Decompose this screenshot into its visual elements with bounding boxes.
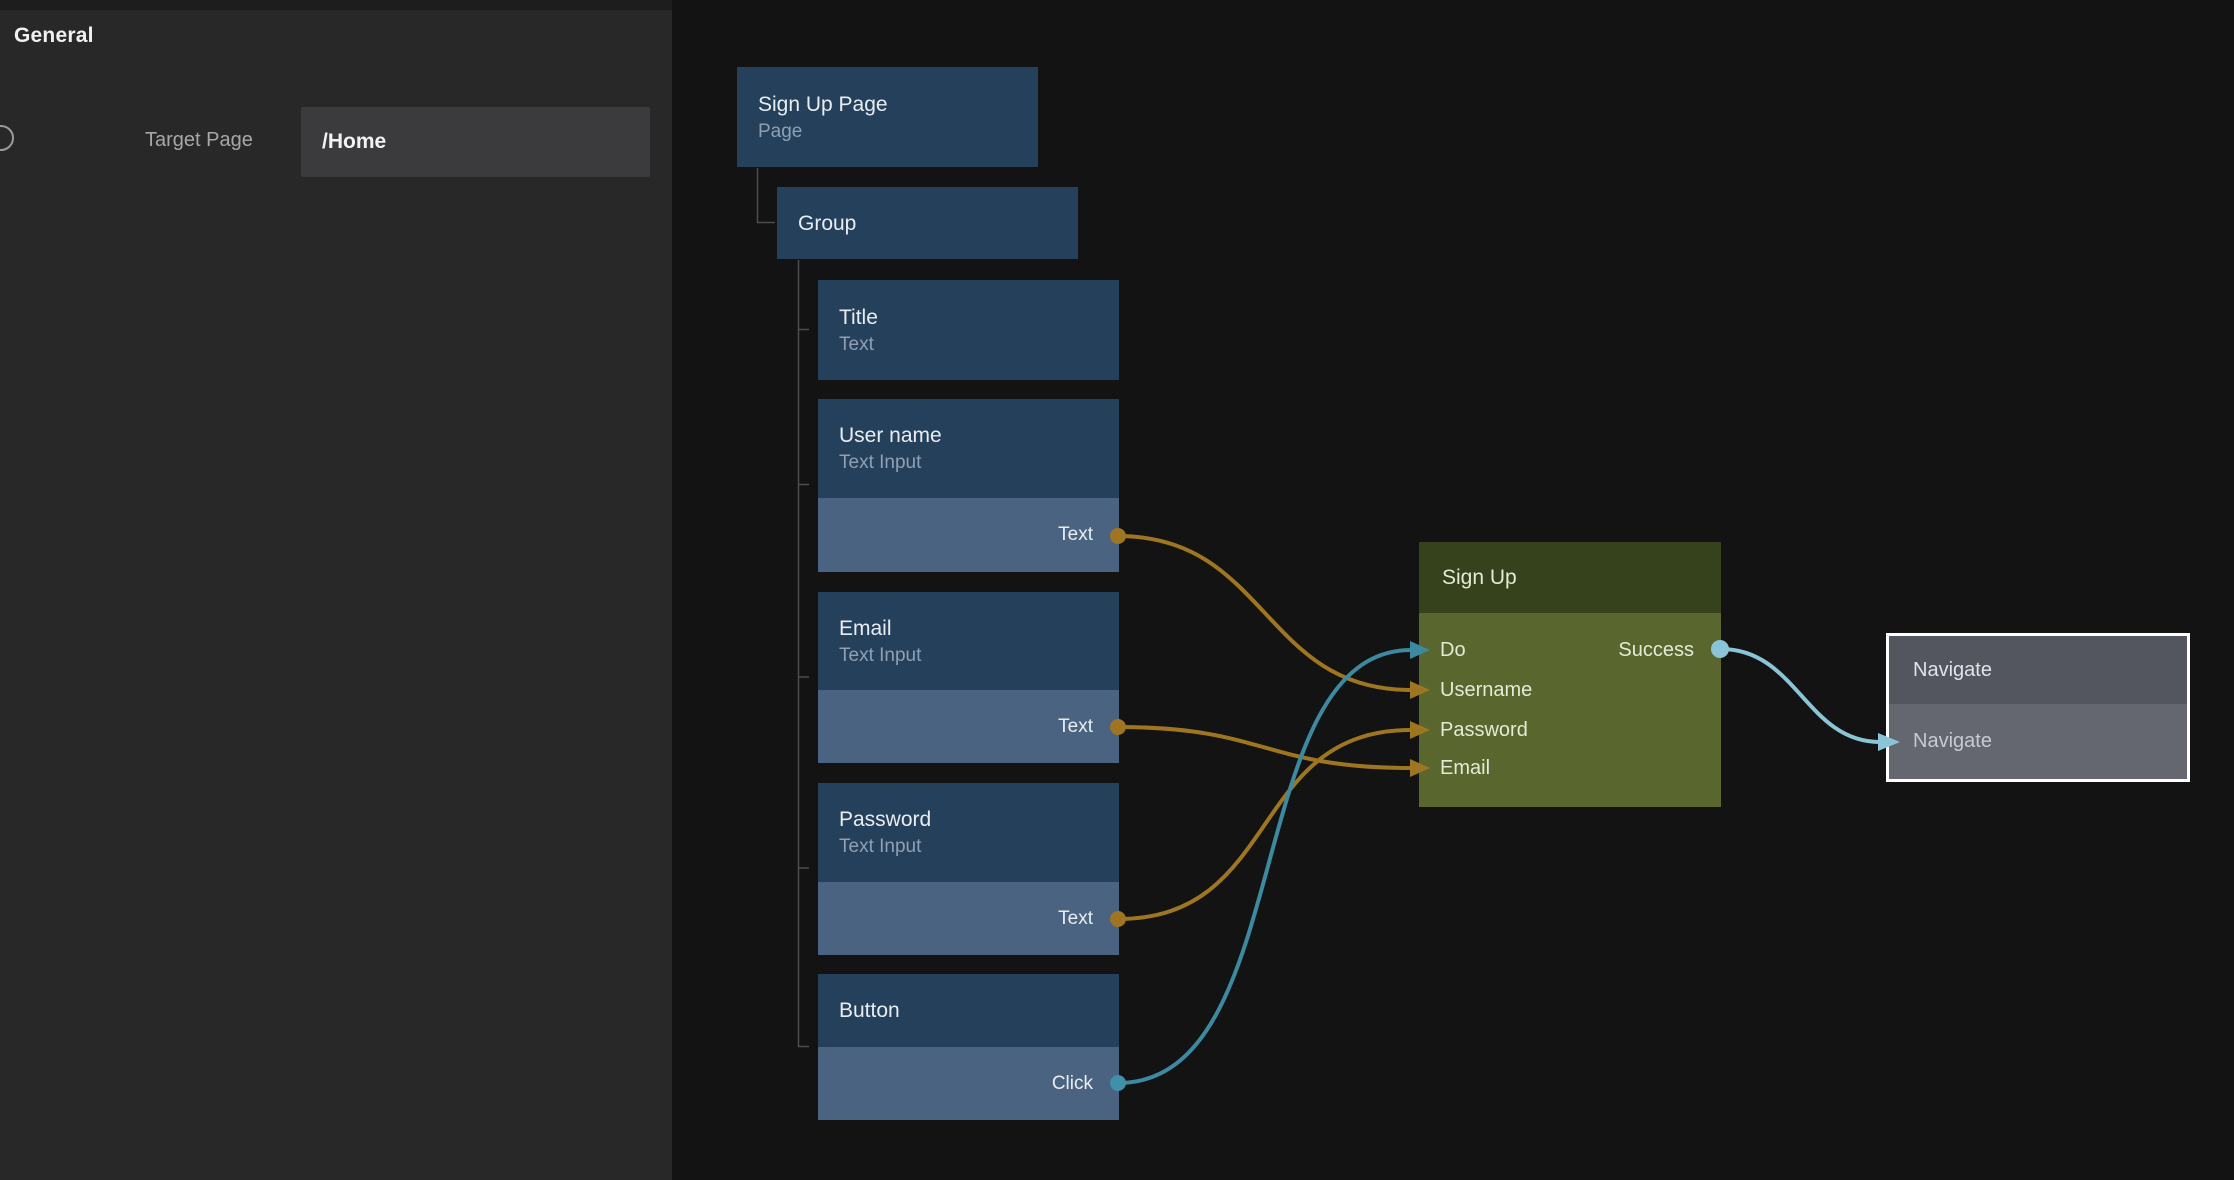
node-user-name[interactable]: User name Text Input Text	[818, 399, 1119, 572]
panel-top-divider	[0, 0, 672, 10]
node-body: Do Username Password Email Success	[1419, 613, 1721, 807]
properties-panel: General Target Page /Home	[0, 0, 672, 1180]
node-title: Sign Up	[1442, 563, 1517, 592]
node-header: User name Text Input	[818, 399, 1119, 498]
node-type-label: Text Input	[839, 834, 1119, 860]
node-header: Sign Up	[1419, 542, 1721, 613]
node-title: Email	[839, 614, 1119, 643]
node-type-label: Text	[839, 332, 1119, 358]
panel-heading: General	[14, 24, 94, 48]
node-editor-app: General Target Page /Home Sign Up Page P…	[0, 0, 2234, 1180]
node-type-label: Text Input	[839, 450, 1119, 476]
node-header: Navigate	[1889, 636, 2187, 704]
port-row: Text	[818, 882, 1119, 955]
node-password[interactable]: Password Text Input Text	[818, 783, 1119, 955]
node-email[interactable]: Email Text Input Text	[818, 592, 1119, 763]
node-type-label: Text Input	[839, 643, 1119, 669]
port-row: Text	[818, 690, 1119, 763]
node-navigate[interactable]: Navigate Navigate	[1886, 633, 2190, 782]
node-button[interactable]: Button Click	[818, 974, 1119, 1120]
input-port-email[interactable]: Email	[1440, 756, 1490, 780]
node-title: Password	[839, 805, 1119, 834]
output-port-text[interactable]: Text	[1058, 716, 1093, 738]
node-group[interactable]: Group	[777, 187, 1078, 259]
node-title: User name	[839, 421, 1119, 450]
node-title: Group	[798, 209, 1078, 238]
input-port-password[interactable]: Password	[1440, 718, 1528, 742]
input-port-username[interactable]: Username	[1440, 678, 1532, 702]
node-title: Title	[839, 303, 1119, 332]
node-header: Email Text Input	[818, 592, 1119, 690]
node-title: Navigate	[1913, 659, 1992, 682]
node-body: Navigate	[1889, 704, 2187, 779]
input-port-do[interactable]: Do	[1440, 638, 1466, 662]
node-header: Button	[818, 974, 1119, 1047]
node-title: Button	[839, 996, 1119, 1025]
port-row: Text	[818, 498, 1119, 572]
input-port-navigate[interactable]: Navigate	[1913, 730, 1992, 753]
output-port-click[interactable]: Click	[1052, 1073, 1093, 1095]
node-header: Password Text Input	[818, 783, 1119, 882]
output-port-text[interactable]: Text	[1058, 524, 1093, 546]
target-page-input[interactable]: /Home	[301, 107, 650, 177]
output-port-success[interactable]: Success	[1618, 638, 1694, 662]
node-title-text[interactable]: Title Text	[818, 280, 1119, 380]
output-port-text[interactable]: Text	[1058, 908, 1093, 930]
port-row: Click	[818, 1047, 1119, 1120]
node-title: Sign Up Page	[758, 90, 1038, 119]
node-sign-up-action[interactable]: Sign Up Do Username Password Email Succe…	[1419, 542, 1721, 807]
node-sign-up-page[interactable]: Sign Up Page Page	[737, 67, 1038, 167]
node-type-label: Page	[758, 119, 1038, 145]
target-page-label: Target Page	[145, 129, 281, 152]
circle-icon[interactable]	[0, 125, 14, 151]
